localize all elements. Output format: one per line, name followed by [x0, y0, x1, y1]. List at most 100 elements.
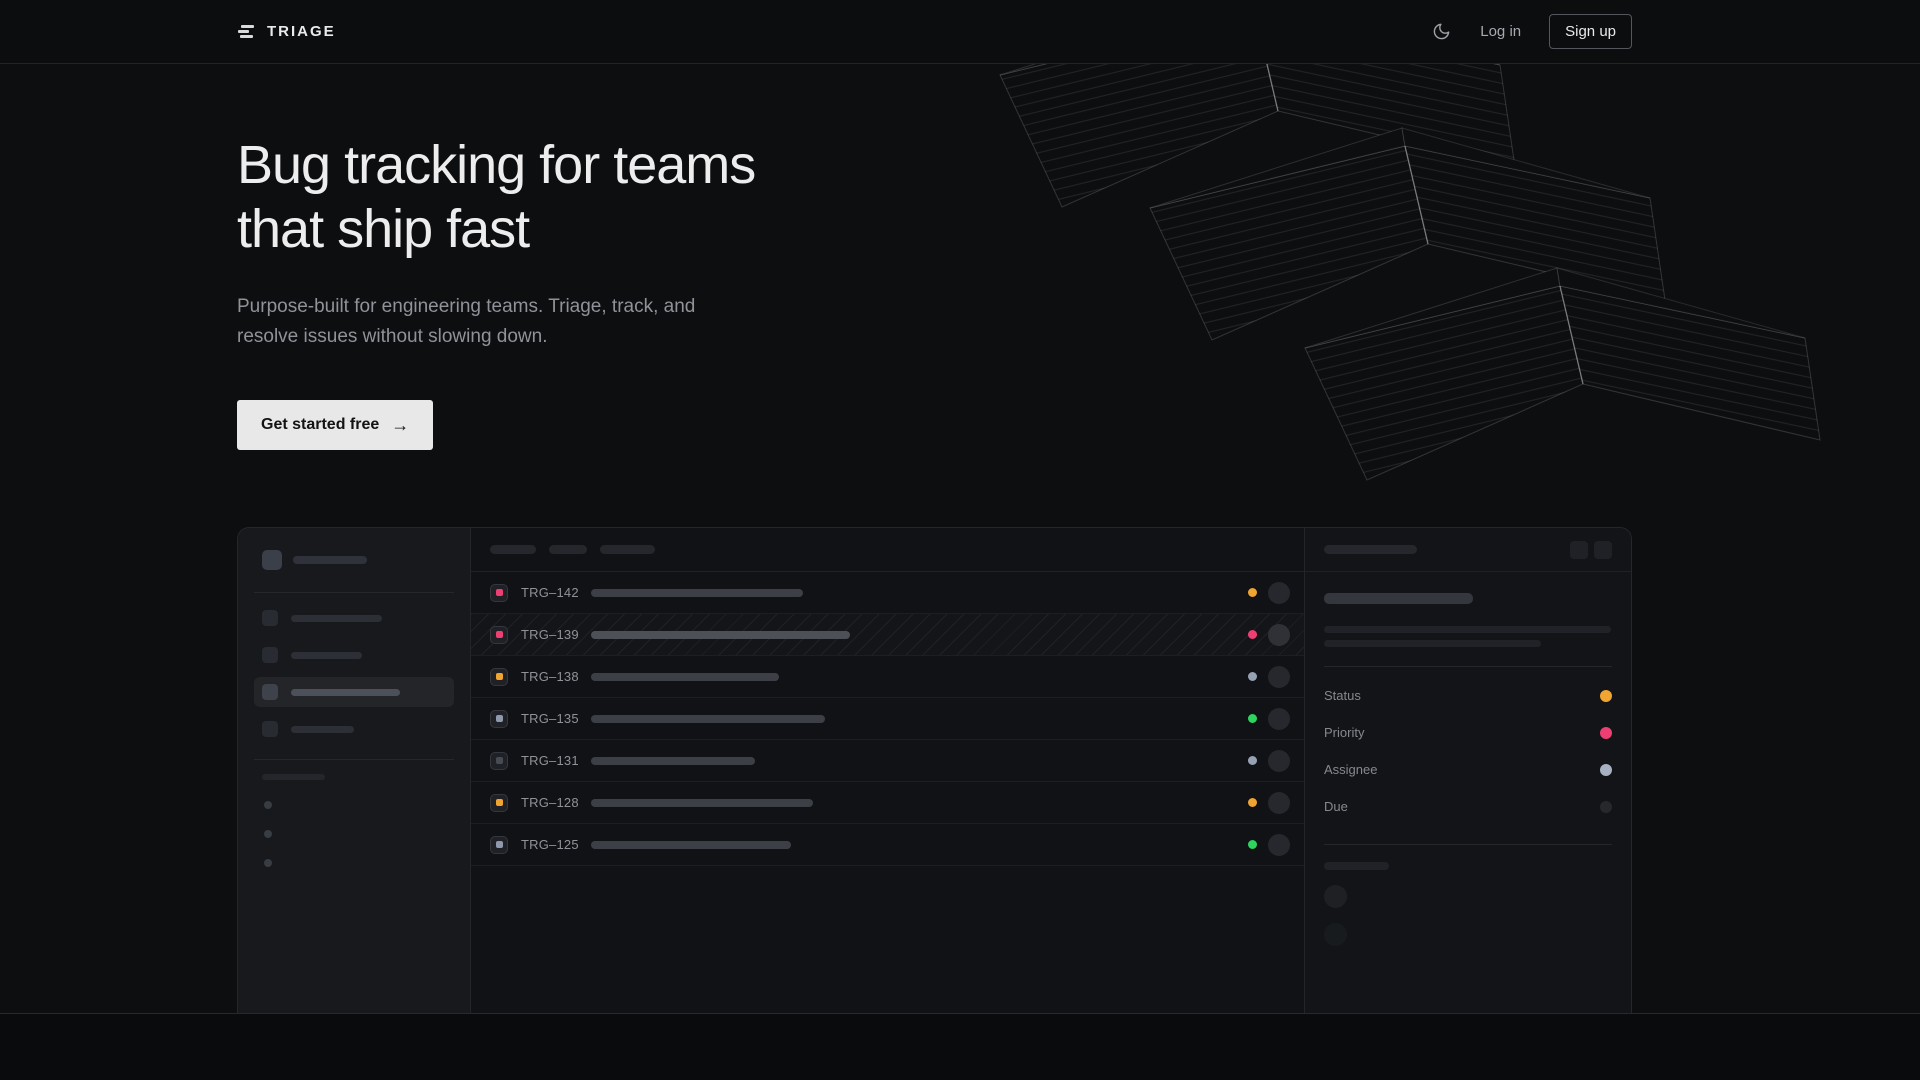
issue-type-icon-inner: [496, 715, 503, 722]
issue-row: TRG–142: [471, 572, 1304, 614]
detail-action-button-placeholder: [1570, 541, 1588, 559]
sidebar-nav-item: [254, 640, 454, 670]
detail-action-button-placeholder: [1594, 541, 1612, 559]
hero-title: Bug tracking for teams that ship fast: [237, 133, 1632, 261]
status-dot: [1248, 672, 1257, 681]
issue-type-icon: [490, 584, 508, 602]
status-dot: [1248, 798, 1257, 807]
nav-item-icon-placeholder: [262, 647, 278, 663]
issue-type-icon-inner: [496, 757, 503, 764]
log-in-link[interactable]: Log in: [1480, 23, 1521, 40]
issue-id: TRG–138: [521, 669, 579, 684]
sidebar-nav-item: [254, 603, 454, 633]
field-value-dot: [1600, 764, 1612, 776]
nav-item-icon-placeholder: [262, 684, 278, 700]
app-preview-mockup: TRG–142 TRG–139: [237, 527, 1632, 1013]
detail-body: Status Priority Assignee: [1305, 572, 1631, 946]
detail-field-row: Priority: [1324, 714, 1612, 751]
sidebar-section-skeleton: [262, 774, 325, 780]
get-started-label: Get started free: [261, 416, 379, 434]
nav-item-label-skeleton: [291, 689, 400, 696]
activity-label-skeleton: [1324, 862, 1389, 870]
workspace-name-skeleton: [293, 556, 367, 564]
issue-id: TRG–135: [521, 711, 579, 726]
moon-icon: [1432, 22, 1451, 41]
field-label: Priority: [1324, 725, 1364, 740]
page-footer: [0, 1013, 1920, 1080]
assignee-avatar: [1268, 708, 1290, 730]
issue-type-icon: [490, 836, 508, 854]
issue-type-icon-inner: [496, 589, 503, 596]
issue-row: TRG–135: [471, 698, 1304, 740]
workspace-row: [262, 550, 454, 570]
sidebar-bullet: [264, 801, 272, 809]
issue-id: TRG–128: [521, 795, 579, 810]
assignee-avatar: [1268, 792, 1290, 814]
detail-divider: [1324, 844, 1612, 845]
issue-type-icon-inner: [496, 631, 503, 638]
status-dot: [1248, 756, 1257, 765]
nav-item-label-skeleton: [291, 726, 354, 733]
detail-text-skeleton: [1324, 640, 1541, 647]
hero-title-line-1: Bug tracking for teams: [237, 133, 1632, 197]
triage-logo-icon: [237, 22, 257, 42]
assignee-avatar: [1268, 834, 1290, 856]
issue-row: TRG–138: [471, 656, 1304, 698]
theme-toggle-button[interactable]: [1430, 21, 1452, 43]
nav-item-label-skeleton: [291, 652, 362, 659]
detail-fields: Status Priority Assignee: [1324, 677, 1612, 825]
sidebar-divider: [254, 592, 454, 593]
detail-divider: [1324, 666, 1612, 667]
filter-chip-skeleton: [600, 545, 655, 554]
list-filter-bar: [471, 528, 1304, 572]
field-label: Due: [1324, 799, 1348, 814]
detail-header: [1305, 528, 1631, 572]
issue-rows: TRG–142 TRG–139: [471, 572, 1304, 866]
issue-type-icon-inner: [496, 673, 503, 680]
detail-text-skeleton: [1324, 626, 1611, 633]
issue-title-skeleton: [591, 715, 825, 723]
detail-field-row: Status: [1324, 677, 1612, 714]
field-value-dot: [1600, 690, 1612, 702]
assignee-avatar: [1268, 750, 1290, 772]
issue-title-skeleton: [591, 757, 755, 765]
status-dot: [1248, 588, 1257, 597]
filter-chip-skeleton: [549, 545, 587, 554]
detail-title-skeleton: [1324, 593, 1473, 604]
sidebar-bullet: [264, 830, 272, 838]
issue-id: TRG–139: [521, 627, 579, 642]
issue-type-icon: [490, 668, 508, 686]
get-started-button[interactable]: Get started free →: [237, 400, 433, 450]
nav-item-icon-placeholder: [262, 721, 278, 737]
issue-title-skeleton: [591, 841, 791, 849]
issue-title-skeleton: [591, 673, 779, 681]
filter-chip-skeleton: [490, 545, 536, 554]
brand-logo[interactable]: TRIAGE: [237, 22, 336, 42]
issue-type-icon: [490, 794, 508, 812]
issue-type-icon: [490, 752, 508, 770]
issue-title-skeleton: [591, 589, 803, 597]
issue-row: TRG–131: [471, 740, 1304, 782]
hero-subtitle: Purpose-built for engineering teams. Tri…: [237, 292, 709, 352]
mockup-sidebar: [238, 528, 471, 1013]
issue-type-icon-inner: [496, 799, 503, 806]
detail-field-row: Assignee: [1324, 751, 1612, 788]
sign-up-button[interactable]: Sign up: [1549, 14, 1632, 49]
detail-breadcrumb-skeleton: [1324, 545, 1417, 554]
workspace-avatar: [262, 550, 282, 570]
brand-name: TRIAGE: [267, 23, 336, 40]
issue-row: TRG–128: [471, 782, 1304, 824]
issue-detail-panel: Status Priority Assignee: [1305, 528, 1631, 1013]
issue-list-panel: TRG–142 TRG–139: [471, 528, 1305, 1013]
assignee-avatar: [1268, 582, 1290, 604]
assignee-avatar: [1268, 624, 1290, 646]
arrow-right-icon: →: [391, 416, 409, 434]
status-dot: [1248, 630, 1257, 639]
issue-title-skeleton: [591, 799, 813, 807]
field-value-dot: [1600, 801, 1612, 813]
sidebar-divider: [254, 759, 454, 760]
activity-avatar-placeholder: [1324, 923, 1347, 946]
sidebar-bullet: [264, 859, 272, 867]
hero-title-line-2: that ship fast: [237, 197, 1632, 261]
issue-type-icon: [490, 710, 508, 728]
